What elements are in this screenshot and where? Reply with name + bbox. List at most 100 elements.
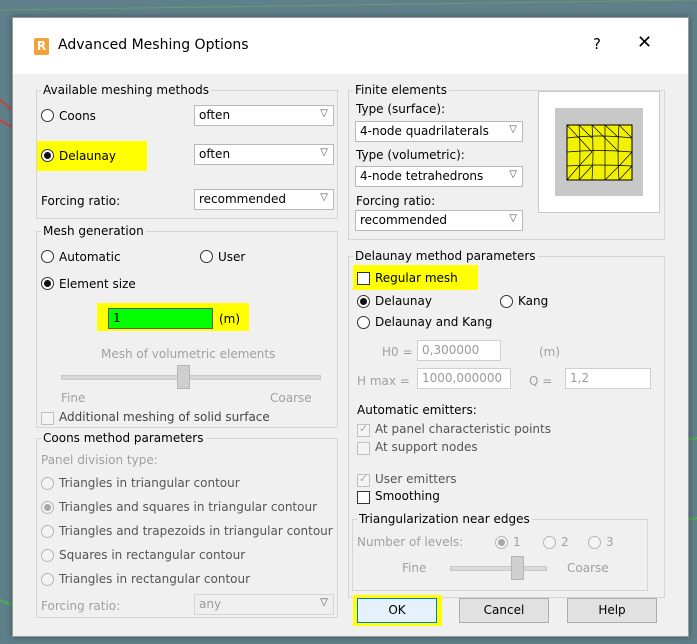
help-icon[interactable]: ? [593, 35, 601, 53]
element-size-radio[interactable] [41, 277, 54, 290]
level-2-radio[interactable] [543, 536, 556, 549]
tri-coarse-label: Coarse [567, 561, 609, 575]
h0-label: H0 = [382, 345, 413, 359]
volumetric-type-label: Type (volumetric): [356, 148, 465, 162]
user-emitters-checkbox[interactable] [357, 472, 370, 487]
help-button[interactable]: Help [567, 598, 657, 623]
group-title: Triangularization near edges [357, 512, 532, 526]
regular-mesh-checkbox[interactable] [357, 272, 370, 285]
hmax-input[interactable]: 1000,000000 [417, 368, 511, 389]
support-nodes-checkbox[interactable] [357, 442, 370, 455]
group-title: Available meshing methods [41, 83, 212, 97]
chevron-down-icon: ▽ [509, 124, 517, 135]
q-input[interactable]: 1,2 [565, 368, 651, 389]
levels-label: Number of levels: [357, 535, 464, 549]
coons-option-4-radio[interactable] [41, 549, 54, 562]
tri-fine-label: Fine [402, 561, 427, 575]
user-radio[interactable] [200, 250, 213, 263]
regular-mesh-label: Regular mesh [375, 271, 458, 285]
title-bar: R Advanced Meshing Options ? ✕ [13, 18, 688, 74]
forcing-ratio-label: Forcing ratio: [41, 194, 121, 208]
smoothing-label: Smoothing [375, 489, 440, 503]
coons-option-3-label: Triangles and trapezoids in triangular c… [59, 524, 333, 538]
chevron-down-icon: ▽ [509, 213, 517, 224]
automatic-label: Automatic [59, 250, 121, 264]
group-title: Delaunay method parameters [353, 249, 538, 263]
coons-option-1-radio[interactable] [41, 477, 54, 490]
coons-option-2-radio[interactable] [41, 501, 54, 514]
cancel-button[interactable]: Cancel [459, 598, 549, 623]
delaunay-kang-radio[interactable] [357, 316, 370, 329]
h0-unit: (m) [539, 345, 561, 359]
panel-points-checkbox[interactable] [357, 422, 370, 437]
group-title: Coons method parameters [41, 431, 206, 445]
volumetric-elements-label: Mesh of volumetric elements [101, 347, 276, 361]
level-3-label: 3 [606, 535, 614, 549]
chevron-down-icon: ▽ [320, 147, 328, 158]
advanced-meshing-dialog: R Advanced Meshing Options ? ✕ Available… [12, 17, 689, 637]
smoothing-checkbox[interactable] [357, 491, 370, 504]
chevron-down-icon: ▽ [320, 108, 328, 119]
coarse-label: Coarse [270, 391, 312, 405]
automatic-radio[interactable] [41, 250, 54, 263]
coons-option-2-label: Triangles and squares in triangular cont… [59, 500, 318, 514]
delaunay-kang-label: Delaunay and Kang [375, 315, 493, 329]
coons-option-5-radio[interactable] [41, 573, 54, 586]
group-title: Mesh generation [41, 224, 146, 238]
coons-label: Coons [59, 109, 96, 123]
coons-forcing-ratio-select[interactable]: any ▽ [194, 594, 334, 615]
level-3-radio[interactable] [588, 536, 601, 549]
hmax-label: H max = [357, 374, 410, 388]
user-label: User [218, 250, 246, 264]
group-title: Finite elements [353, 83, 449, 97]
dialog-title: Advanced Meshing Options [58, 37, 249, 53]
panel-points-label: At panel characteristic points [375, 422, 551, 436]
volumetric-type-select[interactable]: 4-node tetrahedrons ▽ [355, 166, 523, 187]
volumetric-slider-thumb[interactable] [177, 365, 190, 389]
element-size-label: Element size [59, 277, 136, 291]
delaunay-radio[interactable] [41, 149, 54, 162]
coons-radio[interactable] [41, 109, 54, 122]
coons-option-5-label: Triangles in rectangular contour [59, 572, 251, 586]
coons-option-3-radio[interactable] [41, 525, 54, 538]
panel-division-label: Panel division type: [41, 453, 158, 467]
level-1-label: 1 [513, 535, 521, 549]
user-emitters-label: User emitters [375, 472, 457, 486]
surface-type-label: Type (surface): [356, 102, 446, 116]
element-size-unit: (m) [219, 312, 241, 326]
delaunay-method-label: Delaunay [375, 294, 432, 308]
additional-meshing-checkbox[interactable] [41, 412, 54, 425]
level-1-radio[interactable] [495, 536, 508, 549]
tri-slider-track[interactable] [450, 566, 547, 571]
surface-type-select[interactable]: 4-node quadrilaterals ▽ [355, 121, 523, 142]
h0-input[interactable]: 0,300000 [417, 340, 501, 361]
level-2-label: 2 [561, 535, 569, 549]
coons-frequency-select[interactable]: often ▽ [194, 105, 334, 126]
chevron-down-icon: ▽ [320, 192, 328, 203]
coons-forcing-ratio-label: Forcing ratio: [41, 599, 121, 613]
delaunay-method-radio[interactable] [357, 295, 370, 308]
delaunay-frequency-select[interactable]: often ▽ [194, 144, 334, 165]
triangularization-group: Triangularization near edges [352, 512, 648, 591]
chevron-down-icon: ▽ [320, 597, 328, 608]
ok-button[interactable]: OK [357, 598, 437, 623]
additional-meshing-label: Additional meshing of solid surface [59, 410, 270, 424]
mesh-preview-image [555, 108, 643, 196]
q-label: Q = [529, 374, 553, 388]
fe-forcing-ratio-label: Forcing ratio: [356, 194, 436, 208]
coons-option-1-label: Triangles in triangular contour [59, 476, 240, 490]
forcing-ratio-select[interactable]: recommended ▽ [194, 189, 334, 210]
fe-forcing-ratio-select[interactable]: recommended ▽ [355, 210, 523, 231]
chevron-down-icon: ▽ [509, 169, 517, 180]
mesh-preview [538, 91, 660, 213]
kang-method-radio[interactable] [500, 295, 513, 308]
support-nodes-label: At support nodes [375, 440, 478, 454]
automatic-emitters-label: Automatic emitters: [357, 403, 477, 417]
kang-method-label: Kang [518, 294, 549, 308]
volumetric-slider-track[interactable] [61, 375, 321, 380]
tri-slider-thumb[interactable] [511, 556, 524, 580]
close-icon[interactable]: ✕ [637, 32, 652, 53]
coons-option-4-label: Squares in rectangular contour [59, 548, 246, 562]
fine-label: Fine [61, 391, 86, 405]
element-size-input[interactable]: 1 [108, 308, 213, 329]
